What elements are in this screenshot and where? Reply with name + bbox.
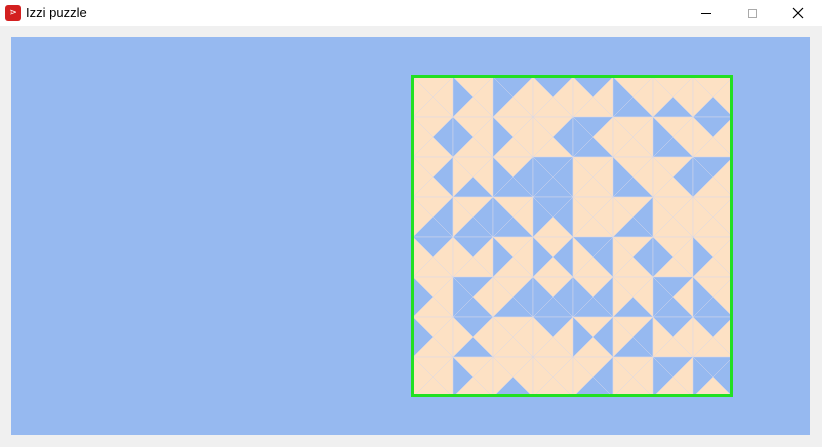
- puzzle-tile[interactable]: [532, 196, 574, 238]
- puzzle-tile[interactable]: [692, 276, 733, 318]
- puzzle-tile[interactable]: [492, 356, 534, 397]
- puzzle-tile[interactable]: [452, 76, 494, 118]
- puzzle-tile[interactable]: [652, 276, 694, 318]
- title-bar[interactable]: ⋗ Izzi puzzle: [0, 0, 822, 26]
- puzzle-tile[interactable]: [652, 76, 694, 118]
- puzzle-tile[interactable]: [652, 196, 694, 238]
- puzzle-tile[interactable]: [652, 316, 694, 358]
- puzzle-tile[interactable]: [692, 116, 733, 158]
- puzzle-tile[interactable]: [452, 156, 494, 198]
- puzzle-tile[interactable]: [492, 316, 534, 358]
- puzzle-tile[interactable]: [652, 116, 694, 158]
- puzzle-tile[interactable]: [692, 236, 733, 278]
- puzzle-tile[interactable]: [572, 196, 614, 238]
- puzzle-tile[interactable]: [532, 156, 574, 198]
- maximize-button[interactable]: [729, 0, 775, 26]
- puzzle-tile[interactable]: [412, 196, 454, 238]
- maximize-icon: [747, 8, 757, 18]
- window-title: Izzi puzzle: [26, 5, 87, 20]
- puzzle-tile[interactable]: [612, 236, 654, 278]
- puzzle-tile[interactable]: [412, 276, 454, 318]
- puzzle-tile[interactable]: [492, 236, 534, 278]
- puzzle-tile[interactable]: [532, 356, 574, 397]
- puzzle-tile[interactable]: [652, 356, 694, 397]
- puzzle-tile[interactable]: [452, 356, 494, 397]
- puzzle-tile[interactable]: [612, 356, 654, 397]
- puzzle-tile[interactable]: [412, 356, 454, 397]
- puzzle-tile[interactable]: [652, 236, 694, 278]
- puzzle-tile[interactable]: [412, 316, 454, 358]
- puzzle-tile[interactable]: [612, 76, 654, 118]
- puzzle-tile[interactable]: [572, 156, 614, 198]
- puzzle-board-grid[interactable]: [411, 75, 733, 397]
- puzzle-tile[interactable]: [452, 236, 494, 278]
- izzi-app-icon: ⋗: [5, 5, 21, 21]
- puzzle-tile[interactable]: [532, 116, 574, 158]
- close-button[interactable]: [775, 0, 821, 26]
- puzzle-canvas[interactable]: [11, 37, 810, 435]
- minimize-icon: [701, 12, 711, 14]
- puzzle-tile[interactable]: [572, 316, 614, 358]
- puzzle-tile[interactable]: [532, 236, 574, 278]
- puzzle-tile[interactable]: [612, 316, 654, 358]
- puzzle-tile[interactable]: [492, 276, 534, 318]
- puzzle-tile[interactable]: [492, 196, 534, 238]
- puzzle-tile[interactable]: [692, 76, 733, 118]
- puzzle-tile[interactable]: [692, 356, 733, 397]
- app-window: ⋗ Izzi puzzle: [0, 0, 822, 447]
- puzzle-tile[interactable]: [612, 276, 654, 318]
- minimize-button[interactable]: [683, 0, 729, 26]
- puzzle-tile[interactable]: [492, 156, 534, 198]
- puzzle-tile[interactable]: [652, 156, 694, 198]
- puzzle-tile[interactable]: [452, 276, 494, 318]
- puzzle-tile[interactable]: [692, 196, 733, 238]
- puzzle-tile[interactable]: [492, 116, 534, 158]
- puzzle-tile[interactable]: [572, 236, 614, 278]
- puzzle-tile[interactable]: [412, 76, 454, 118]
- puzzle-tile[interactable]: [412, 156, 454, 198]
- puzzle-tile[interactable]: [692, 156, 733, 198]
- puzzle-tile[interactable]: [572, 116, 614, 158]
- close-icon: [792, 7, 804, 19]
- puzzle-tile[interactable]: [612, 196, 654, 238]
- puzzle-tile[interactable]: [572, 276, 614, 318]
- puzzle-tile[interactable]: [452, 316, 494, 358]
- puzzle-tile[interactable]: [412, 116, 454, 158]
- puzzle-tile[interactable]: [492, 76, 534, 118]
- puzzle-tile[interactable]: [412, 236, 454, 278]
- puzzle-tile[interactable]: [452, 116, 494, 158]
- puzzle-tile[interactable]: [532, 316, 574, 358]
- puzzle-tile[interactable]: [612, 116, 654, 158]
- puzzle-tile[interactable]: [452, 196, 494, 238]
- puzzle-tile[interactable]: [572, 356, 614, 397]
- puzzle-tile[interactable]: [532, 276, 574, 318]
- puzzle-tile[interactable]: [612, 156, 654, 198]
- puzzle-tile[interactable]: [572, 76, 614, 118]
- puzzle-board[interactable]: [411, 75, 733, 397]
- puzzle-tile[interactable]: [532, 76, 574, 118]
- puzzle-tile[interactable]: [692, 316, 733, 358]
